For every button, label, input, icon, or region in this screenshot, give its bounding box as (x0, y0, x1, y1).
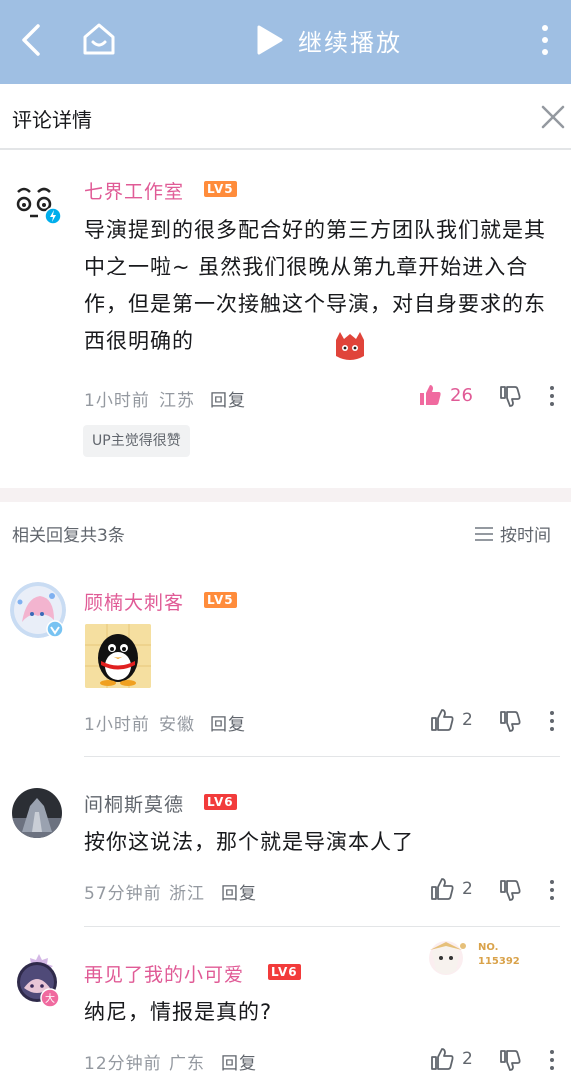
more-options-icon[interactable] (548, 384, 556, 408)
reply-content: 按你这说法，那个就是导演本人了 (84, 830, 414, 854)
continue-play-button[interactable]: 继续播放 (254, 22, 402, 58)
reply-button[interactable]: 回复 (221, 1049, 257, 1074)
level-badge: LV6 (268, 964, 301, 980)
divider (84, 756, 560, 757)
like-button[interactable]: 2 (430, 1047, 473, 1071)
continue-play-label: 继续播放 (298, 28, 402, 57)
reply-button[interactable]: 回复 (221, 879, 257, 904)
thumbs-down-icon[interactable] (498, 878, 522, 902)
sort-button[interactable]: 按时间 (474, 521, 551, 546)
like-count: 26 (450, 384, 473, 406)
more-options-icon[interactable] (548, 709, 556, 733)
up-liked-badge: UP主觉得很赞 (83, 425, 190, 457)
back-icon[interactable] (14, 22, 48, 58)
like-count: 2 (462, 710, 473, 730)
sort-label: 按时间 (500, 526, 551, 546)
thumbs-up-icon (431, 878, 454, 900)
comment-content: 导演提到的很多配合好的第三方团队我们就是其中之一啦~ 虽然我们很晚从第九章开始进… (84, 218, 546, 353)
level-badge: LV6 (204, 794, 237, 810)
reply-username[interactable]: 间桐斯莫德 (84, 790, 184, 817)
fan-number-text: NO. 115392 (478, 942, 520, 967)
divider (84, 926, 560, 927)
like-count: 2 (462, 879, 473, 899)
replies-count: 相关回复共3条 (12, 526, 125, 546)
play-icon (257, 25, 283, 55)
sticker-image (85, 624, 151, 688)
like-count: 2 (462, 1049, 473, 1069)
like-button[interactable]: 2 (430, 708, 473, 732)
reply-username[interactable]: 顾楠大刺客 (84, 588, 184, 615)
close-icon[interactable] (540, 104, 566, 130)
thumbs-down-icon[interactable] (498, 384, 522, 408)
thumbs-up-icon (431, 709, 454, 731)
sticker-emoji-icon (336, 332, 364, 360)
thumbs-down-icon[interactable] (498, 1048, 522, 1072)
reply-location: 浙江 (169, 884, 205, 904)
replies-header: 相关回复共3条 按时间 (0, 502, 571, 558)
like-button[interactable]: 2 (430, 877, 473, 901)
reply-username[interactable]: 再见了我的小可爱 (84, 960, 244, 987)
more-options-icon[interactable] (548, 1048, 556, 1072)
reply-location: 广东 (169, 1054, 205, 1074)
comment-time: 1小时前 (84, 391, 150, 411)
more-options-icon[interactable] (548, 878, 556, 902)
medal-icon: 大 (40, 988, 60, 1008)
reply-content: 纳尼，情报是真的? (84, 1000, 273, 1024)
thumbs-up-icon (420, 385, 441, 405)
comment-location: 江苏 (159, 391, 195, 411)
thumbs-down-icon[interactable] (498, 709, 522, 733)
top-nav-bar: 继续播放 (0, 0, 571, 84)
section-divider (0, 488, 571, 502)
reply-time: 1小时前 (84, 715, 150, 735)
reply-button[interactable]: 回复 (210, 386, 246, 411)
avatar[interactable] (12, 788, 62, 838)
reply-button[interactable]: 回复 (210, 710, 246, 735)
like-button[interactable]: 26 (418, 383, 473, 407)
more-vertical-icon[interactable] (536, 22, 554, 58)
level-badge: LV5 (204, 592, 237, 608)
fan-number-badge: NO. 115392 (420, 936, 530, 980)
verified-icon (44, 207, 62, 225)
comment-username[interactable]: 七界工作室 (84, 177, 184, 204)
reply-time: 12分钟前 (84, 1054, 162, 1074)
reply-time: 57分钟前 (84, 884, 162, 904)
page-title: 评论详情 (12, 108, 92, 132)
home-icon[interactable] (80, 20, 118, 58)
level-badge: LV5 (204, 181, 237, 197)
svg-text:大: 大 (45, 992, 55, 1005)
thumbs-up-icon (431, 1048, 454, 1070)
sort-list-icon (475, 526, 493, 541)
fan-medal-icon (46, 620, 64, 638)
reply-location: 安徽 (159, 715, 195, 735)
comment-detail-header: 评论详情 (0, 84, 571, 150)
